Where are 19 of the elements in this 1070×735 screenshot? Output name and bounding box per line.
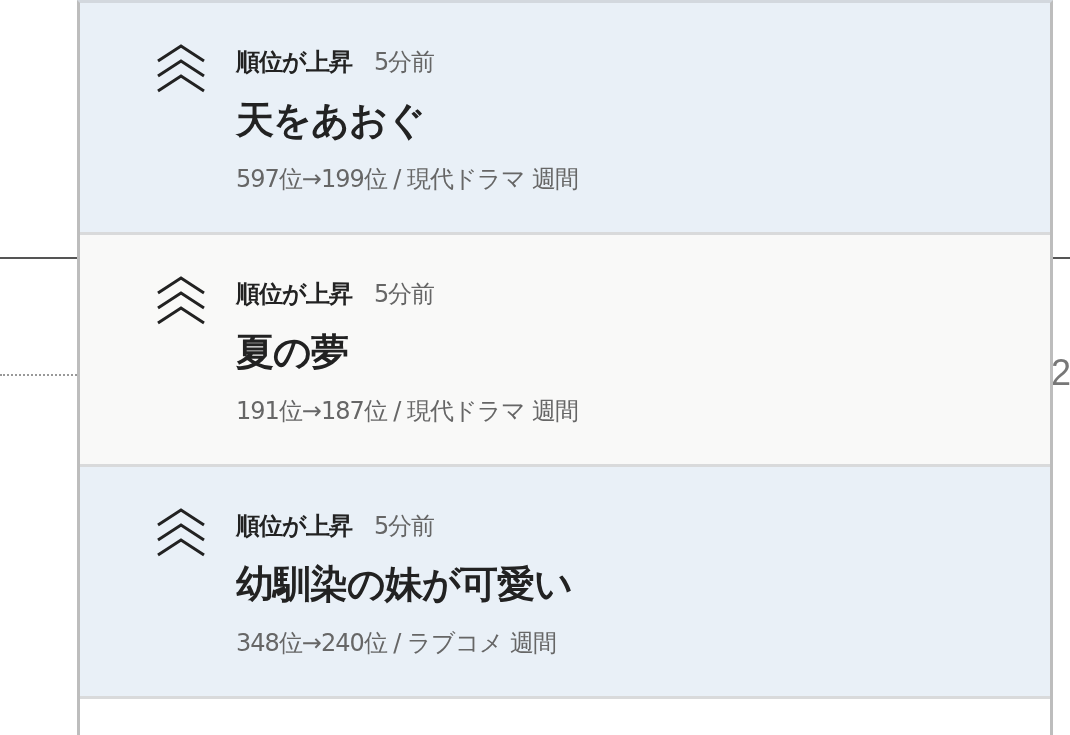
notification-event: 順位が上昇 bbox=[236, 279, 352, 310]
notification-item[interactable]: 順位が上昇 5分前 夏の夢 191位→187位 / 現代ドラマ 週間 bbox=[80, 235, 1050, 467]
notification-time: 5分前 bbox=[374, 279, 435, 310]
notification-time: 5分前 bbox=[374, 47, 435, 78]
notification-title: 幼馴染の妹が可愛い bbox=[236, 561, 572, 607]
notification-event: 順位が上昇 bbox=[236, 511, 352, 542]
notification-event: 順位が上昇 bbox=[236, 47, 352, 78]
notification-time: 5分前 bbox=[374, 511, 435, 542]
page-text: 2 bbox=[1051, 352, 1070, 394]
notification-item[interactable]: 順位が上昇 5分前 天をあおぐ 597位→199位 / 現代ドラマ 週間 bbox=[80, 3, 1050, 235]
notification-detail: 348位→240位 / ラブコメ 週間 bbox=[236, 628, 557, 659]
notification-item[interactable]: 順位が上昇 5分前 幼馴染の妹が可愛い 348位→240位 / ラブコメ 週間 bbox=[80, 467, 1050, 699]
notification-detail: 191位→187位 / 現代ドラマ 週間 bbox=[236, 396, 578, 427]
triple-chevron-up-icon bbox=[156, 43, 206, 95]
notification-title: 夏の夢 bbox=[236, 329, 349, 375]
notification-detail: 597位→199位 / 現代ドラマ 週間 bbox=[236, 164, 578, 195]
triple-chevron-up-icon bbox=[156, 507, 206, 559]
triple-chevron-up-icon bbox=[156, 275, 206, 327]
notification-title: 天をあおぐ bbox=[236, 97, 426, 143]
